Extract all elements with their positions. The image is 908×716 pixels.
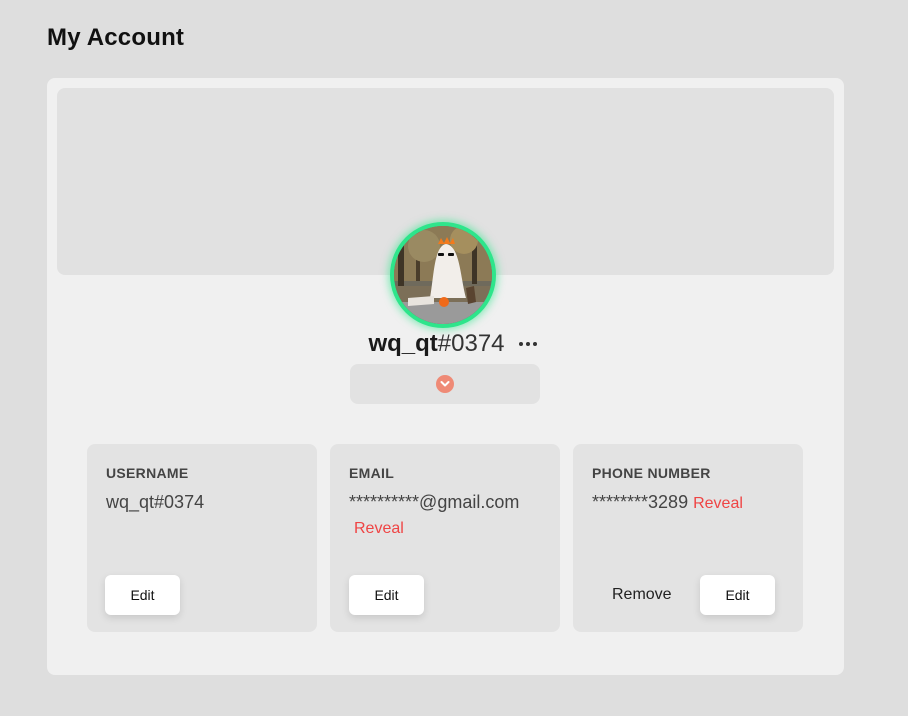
username-card: USERNAME wq_qt#0374 Edit xyxy=(87,444,317,632)
edit-phone-button[interactable]: Edit xyxy=(700,575,775,615)
reveal-email-link[interactable]: Reveal xyxy=(354,520,404,537)
account-card: wq_qt#0374 USERNAME wq_qt#0374 Edit EMAI… xyxy=(47,78,844,675)
email-value-block: **********@gmail.com Reveal xyxy=(349,490,546,541)
edit-email-button[interactable]: Edit xyxy=(349,575,424,615)
email-label: EMAIL xyxy=(349,465,395,481)
phone-value: ********3289 xyxy=(592,492,689,512)
username-label: USERNAME xyxy=(106,465,189,481)
page-title: My Account xyxy=(47,24,185,51)
remove-phone-button[interactable]: Remove xyxy=(597,575,687,615)
phone-card: PHONE NUMBER ********3289 Reveal Remove E… xyxy=(573,444,803,632)
username-value: wq_qt#0374 xyxy=(106,492,205,512)
profile-name: wq_qt#0374 xyxy=(368,330,505,357)
profile-name-row: wq_qt#0374 xyxy=(47,330,844,358)
phone-label: PHONE NUMBER xyxy=(592,465,711,481)
avatar[interactable] xyxy=(394,226,492,324)
email-card: EMAIL **********@gmail.com Reveal Edit xyxy=(330,444,560,632)
phone-value-block: ********3289 Reveal xyxy=(592,490,789,516)
chevron-down-icon xyxy=(436,375,454,393)
more-icon[interactable] xyxy=(518,334,537,354)
email-value: **********@gmail.com xyxy=(349,492,520,512)
edit-username-button[interactable]: Edit xyxy=(105,575,180,615)
reveal-phone-link[interactable]: Reveal xyxy=(693,495,743,512)
profile-expand-toggle[interactable] xyxy=(350,364,540,404)
profile-tag: #0374 xyxy=(437,330,505,357)
avatar-status-ring xyxy=(390,222,496,328)
